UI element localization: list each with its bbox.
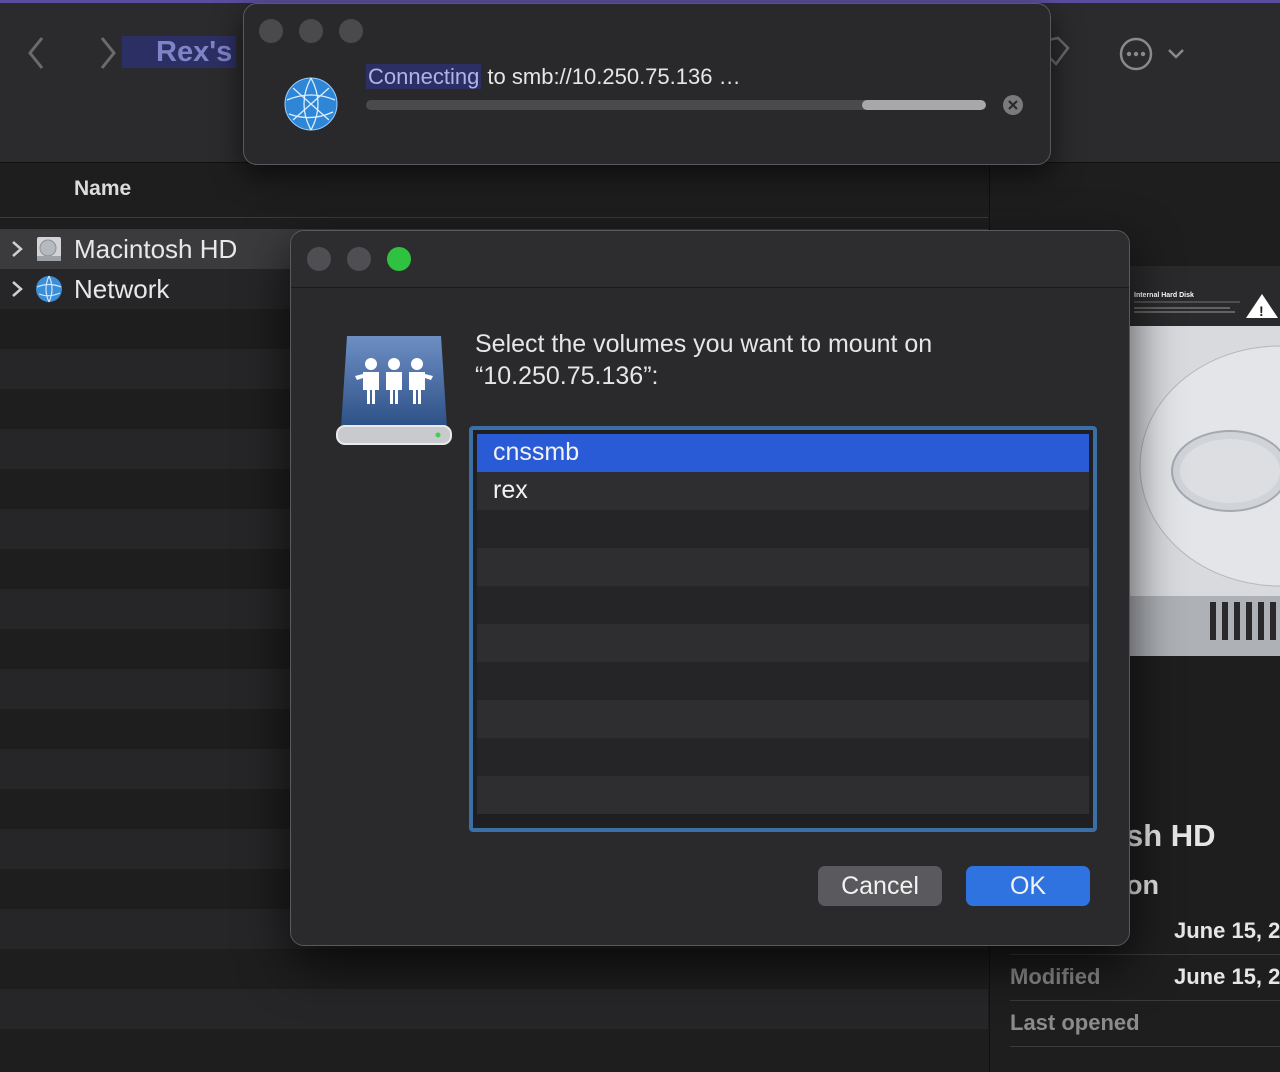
empty-row (477, 510, 1089, 548)
hard-disk-illustration-icon: Internal Hard Disk ! (1130, 266, 1280, 656)
empty-row (477, 776, 1089, 814)
progress-bar-fill (862, 100, 986, 110)
close-button[interactable] (259, 19, 283, 43)
ok-button[interactable]: OK (966, 866, 1090, 906)
network-globe-icon (36, 275, 62, 303)
svg-text:Internal Hard Disk: Internal Hard Disk (1134, 292, 1194, 299)
mount-volumes-dialog: Select the volumes you want to mount on … (290, 230, 1130, 946)
chevron-down-icon[interactable] (1166, 45, 1186, 63)
chevron-left-icon (28, 37, 44, 69)
dialog-message-line2: “10.250.75.136”: (475, 362, 659, 390)
forward-button[interactable] (96, 34, 120, 72)
column-header-name[interactable]: Name (0, 163, 988, 218)
connecting-progress-window: Connecting to smb://10.250.75.136 … (243, 3, 1051, 165)
empty-row (477, 624, 1089, 662)
empty-row (477, 548, 1089, 586)
back-button[interactable] (24, 34, 48, 72)
zoom-button[interactable] (339, 19, 363, 43)
volume-list[interactable]: cnssmb rex (469, 426, 1097, 832)
close-button[interactable] (307, 247, 331, 271)
minimize-button[interactable] (347, 247, 371, 271)
inspector-key: Modified (1010, 964, 1101, 989)
empty-row (0, 1029, 988, 1069)
progress-bar (366, 100, 986, 110)
inspector-title: sh HD (1126, 818, 1216, 853)
stop-circle-icon[interactable] (1002, 94, 1024, 116)
progress-status: Connecting to smb://10.250.75.136 … (366, 64, 741, 90)
progress-status-highlight: Connecting (366, 64, 482, 89)
zoom-button[interactable] (387, 247, 411, 271)
progress-status-detail: to smb://10.250.75.136 … (481, 64, 741, 89)
empty-row (0, 949, 988, 989)
column-header-label: Name (74, 177, 132, 200)
inspector-value: June 15, 2 (1174, 964, 1280, 989)
inspector-value: June 15, 2 (1174, 918, 1280, 943)
chevron-right-icon (100, 37, 116, 69)
empty-row (477, 700, 1089, 738)
list-item-label: Macintosh HD (74, 234, 238, 264)
network-globe-icon (284, 77, 338, 131)
empty-row (477, 586, 1089, 624)
list-item-label: Network (74, 274, 170, 304)
dialog-body: Select the volumes you want to mount on … (291, 288, 1129, 945)
inspector-key: Last opened (1010, 1010, 1140, 1035)
dialog-message: Select the volumes you want to mount on … (475, 328, 1035, 392)
hard-disk-preview-image: Internal Hard Disk ! (1130, 266, 1280, 656)
inspector-subtitle: on (1126, 870, 1159, 900)
dialog-titlebar (291, 231, 1129, 288)
volume-item-rex[interactable]: rex (477, 472, 1089, 510)
dialog-message-line1: Select the volumes you want to mount on (475, 330, 933, 358)
inspector-row-last-opened: Last opened (1010, 1002, 1280, 1047)
ellipsis-circle-icon[interactable] (1118, 36, 1154, 72)
disclosure-chevron-icon[interactable] (10, 239, 24, 259)
empty-row (0, 989, 988, 1029)
volume-item-label: rex (493, 476, 528, 504)
hard-disk-icon (37, 237, 61, 261)
volume-item-label: cnssmb (493, 438, 580, 466)
disclosure-chevron-icon[interactable] (10, 279, 24, 299)
shared-server-icon (336, 336, 452, 445)
svg-text:!: ! (1259, 303, 1264, 319)
volume-item-cnssmb[interactable]: cnssmb (477, 434, 1089, 472)
inspector-row-modified: Modified June 15, 2 (1010, 956, 1280, 1001)
empty-row (477, 738, 1089, 776)
window-title: Rex's (122, 36, 237, 68)
empty-row (477, 662, 1089, 700)
cancel-button[interactable]: Cancel (818, 866, 942, 906)
minimize-button[interactable] (299, 19, 323, 43)
